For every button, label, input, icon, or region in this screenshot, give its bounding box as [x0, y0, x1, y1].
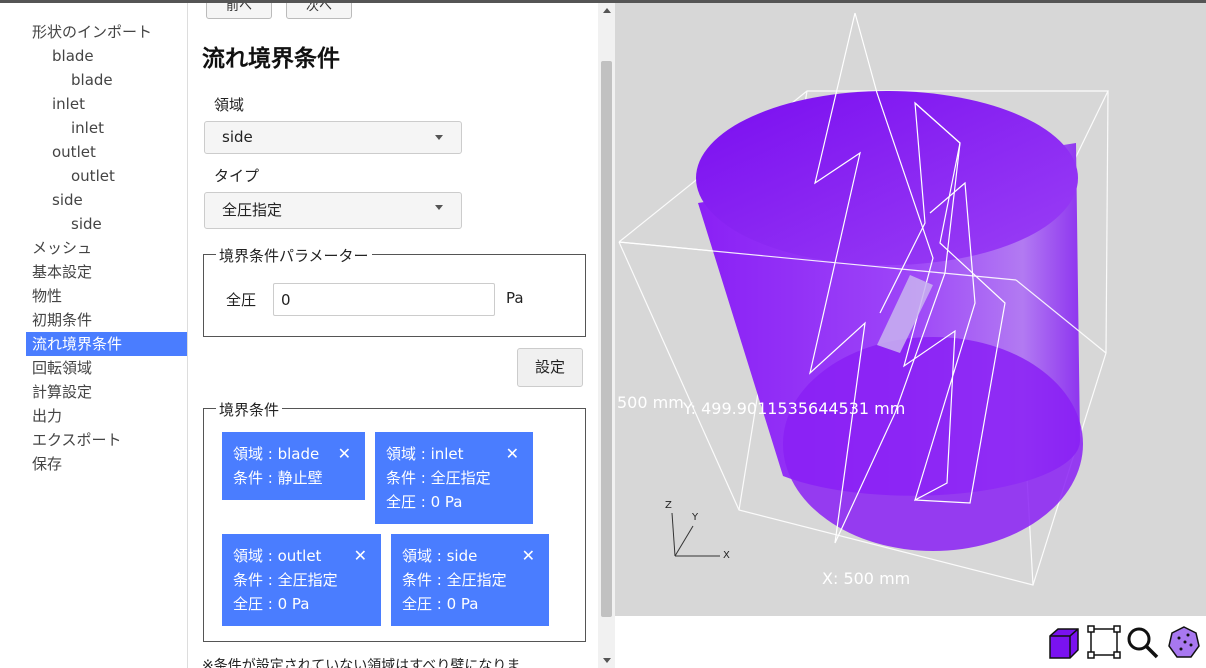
- sidebar-item-blade[interactable]: blade: [26, 68, 187, 92]
- zoom-icon[interactable]: [1124, 624, 1160, 660]
- sidebar-item-outlet[interactable]: outlet: [26, 164, 187, 188]
- y-dimension-label: Y: 499.9011535644531 mm: [683, 399, 906, 418]
- next-button[interactable]: 次へ: [286, 3, 352, 19]
- inlet-face: [696, 91, 1078, 265]
- sidebar-item-export[interactable]: エクスポート: [26, 428, 187, 452]
- type-label: タイプ: [214, 167, 260, 185]
- sidebar-item-basic-settings[interactable]: 基本設定: [26, 260, 187, 284]
- caret-down-icon: [435, 205, 443, 210]
- x-dimension-label: X: 500 mm: [822, 569, 911, 588]
- condition-type: 条件 : 全圧指定: [233, 571, 338, 589]
- condition-pressure: 全圧 : 0 Pa: [233, 595, 310, 613]
- close-icon[interactable]: ✕: [354, 544, 367, 568]
- region-select-value: side: [222, 128, 253, 146]
- condition-pressure: 全圧 : 0 Pa: [386, 493, 463, 511]
- sidebar-item-calc-settings[interactable]: 計算設定: [26, 380, 187, 404]
- view-toolbar: [615, 616, 1206, 668]
- prev-button[interactable]: 前へ: [206, 3, 272, 19]
- panel-scrollbar[interactable]: [598, 3, 615, 668]
- condition-region: 領域 : outlet: [233, 547, 322, 565]
- region-label: 領域: [214, 96, 245, 114]
- axis-x-label: X: [723, 550, 730, 561]
- z-dimension-label: 500 mm: [617, 393, 684, 412]
- unset-region-note: ※条件が設定されていない領域はすべり壁になりま: [202, 658, 521, 668]
- sidebar-item-mesh[interactable]: メッシュ: [26, 236, 187, 260]
- conditions-legend: 境界条件: [216, 399, 283, 420]
- sidebar-item-flow-boundary[interactable]: 流れ境界条件: [26, 332, 187, 356]
- page-title: 流れ境界条件: [202, 46, 340, 72]
- scroll-down-icon[interactable]: [603, 658, 611, 663]
- condition-type: 条件 : 全圧指定: [402, 571, 507, 589]
- sidebar-item-inlet[interactable]: inlet: [26, 116, 187, 140]
- axis-z-label: Z: [665, 500, 672, 511]
- close-icon[interactable]: ✕: [338, 442, 351, 466]
- settings-panel: 前へ 次へ 流れ境界条件 領域 side タイプ 全圧指定 境界条件パラメーター…: [188, 3, 598, 668]
- caret-down-icon: [435, 135, 443, 140]
- scroll-thumb[interactable]: [601, 61, 612, 617]
- conditions-fieldset: 境界条件 領域 : blade 条件 : 静止壁 ✕ 領域 : inlet 条件…: [203, 399, 586, 642]
- type-select-value: 全圧指定: [222, 201, 283, 219]
- outlet-face: [783, 337, 1083, 551]
- total-pressure-label: 全圧: [226, 291, 257, 309]
- sidebar-item-save[interactable]: 保存: [26, 452, 187, 476]
- region-select[interactable]: side: [204, 121, 462, 154]
- solid-view-icon[interactable]: [1046, 624, 1082, 660]
- sidebar-item-properties[interactable]: 物性: [26, 284, 187, 308]
- condition-pressure: 全圧 : 0 Pa: [402, 595, 479, 613]
- close-icon[interactable]: ✕: [522, 544, 535, 568]
- model-render: [618, 12, 1109, 586]
- type-select[interactable]: 全圧指定: [204, 192, 462, 229]
- close-icon[interactable]: ✕: [506, 442, 519, 466]
- sidebar-item-outlet-group[interactable]: outlet: [26, 140, 187, 164]
- params-legend: 境界条件パラメーター: [216, 245, 372, 266]
- sidebar-item-output[interactable]: 出力: [26, 404, 187, 428]
- params-fieldset: 境界条件パラメーター 全圧 Pa: [203, 245, 586, 337]
- point-view-icon[interactable]: [1166, 624, 1202, 660]
- condition-region: 領域 : inlet: [386, 445, 464, 463]
- sidebar-item-initial-conditions[interactable]: 初期条件: [26, 308, 187, 332]
- axis-y-label: Y: [692, 512, 699, 523]
- fit-view-icon[interactable]: [1086, 624, 1122, 660]
- total-pressure-unit: Pa: [506, 289, 524, 307]
- sidebar-item-side-group[interactable]: side: [26, 188, 187, 212]
- condition-card-blade: 領域 : blade 条件 : 静止壁 ✕: [222, 432, 365, 500]
- condition-type: 条件 : 全圧指定: [386, 469, 491, 487]
- sidebar-item-blade-group[interactable]: blade: [26, 44, 187, 68]
- condition-card-inlet: 領域 : inlet 条件 : 全圧指定 全圧 : 0 Pa ✕: [375, 432, 533, 524]
- condition-card-outlet: 領域 : outlet 条件 : 全圧指定 全圧 : 0 Pa ✕: [222, 534, 381, 626]
- sidebar-item-import-shape[interactable]: 形状のインポート: [26, 20, 187, 44]
- 3d-viewport[interactable]: 500 mm Y: 499.9011535644531 mm X: 500 mm…: [615, 3, 1206, 616]
- condition-region: 領域 : side: [402, 547, 478, 565]
- total-pressure-input[interactable]: [273, 283, 495, 316]
- sidebar-item-side[interactable]: side: [26, 212, 187, 236]
- sidebar: 形状のインポート blade blade inlet inlet outlet …: [0, 3, 188, 668]
- sidebar-item-inlet-group[interactable]: inlet: [26, 92, 187, 116]
- sidebar-item-rotation-region[interactable]: 回転領域: [26, 356, 187, 380]
- set-button[interactable]: 設定: [517, 348, 583, 387]
- condition-type: 条件 : 静止壁: [233, 469, 323, 487]
- condition-card-side: 領域 : side 条件 : 全圧指定 全圧 : 0 Pa ✕: [391, 534, 549, 626]
- scroll-up-icon[interactable]: [603, 8, 611, 13]
